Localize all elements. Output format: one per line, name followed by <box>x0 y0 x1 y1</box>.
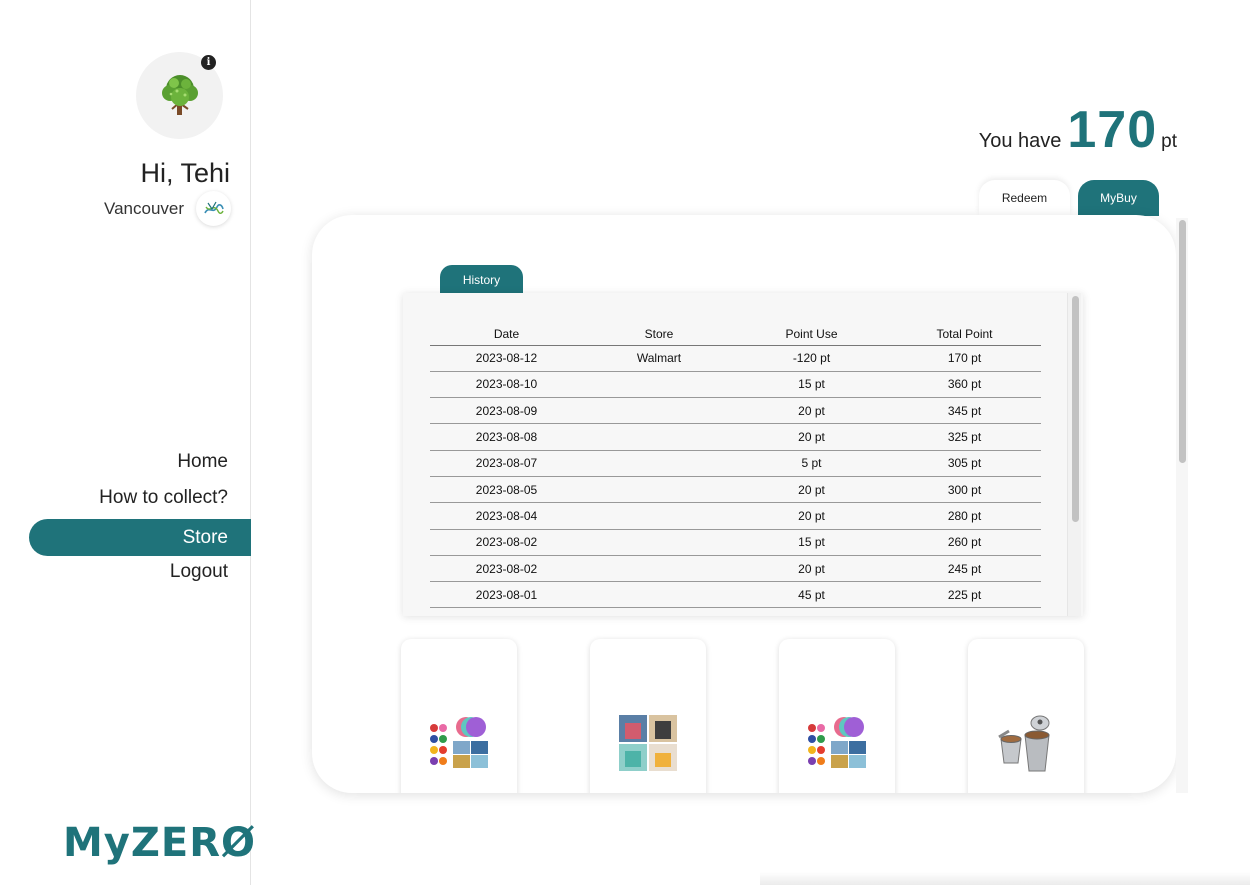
table-row: 2023-08-02 15 pt 260 pt <box>430 529 1041 556</box>
page-scrollbar[interactable] <box>1176 218 1188 793</box>
table-row: 2023-08-10 15 pt 360 pt <box>430 371 1041 399</box>
table-header-row: Date Store Point Use Total Point <box>430 324 1041 346</box>
tab-redeem[interactable]: Redeem <box>979 180 1070 216</box>
points-unit: pt <box>1161 131 1177 152</box>
cell-point-use: 15 pt <box>735 529 888 556</box>
store-card: History Date Store Point Use Total Point… <box>312 215 1176 793</box>
cell-total-point: 170 pt <box>888 345 1041 372</box>
cell-total-point: 345 pt <box>888 397 1041 425</box>
cell-total-point: 305 pt <box>888 450 1041 477</box>
cell-store <box>583 371 735 399</box>
cell-point-use: 15 pt <box>735 371 888 399</box>
cell-date: 2023-08-05 <box>430 476 583 504</box>
cell-point-use: 20 pt <box>735 555 888 583</box>
cell-store <box>583 450 735 477</box>
myzero-logo: MyZERØ <box>63 820 255 874</box>
cell-store <box>583 476 735 504</box>
table-row: 2023-08-07 5 pt 305 pt <box>430 450 1041 477</box>
cell-date: 2023-08-09 <box>430 397 583 425</box>
cell-point-use: 20 pt <box>735 397 888 425</box>
sidebar: i Hi, Tehi Vancouver Home How to collect… <box>0 0 255 885</box>
cell-store <box>583 555 735 583</box>
nav-home[interactable]: Home <box>0 446 251 482</box>
cell-date: 2023-08-02 <box>430 529 583 556</box>
history-panel: Date Store Point Use Total Point 2023-08… <box>403 293 1083 616</box>
column-header-total-point: Total Point <box>888 324 1041 346</box>
cell-date: 2023-08-04 <box>430 502 583 530</box>
cell-date: 2023-08-02 <box>430 555 583 583</box>
nav-logout[interactable]: Logout <box>0 556 251 592</box>
city-badge[interactable] <box>196 191 231 226</box>
table-row: 2023-08-02 20 pt 245 pt <box>430 555 1041 583</box>
bottom-edge-shadow <box>760 872 1250 885</box>
cell-date: 2023-08-10 <box>430 371 583 399</box>
cell-point-use: -120 pt <box>735 345 888 372</box>
table-row: 2023-08-04 20 pt 280 pt <box>430 502 1041 530</box>
tree-icon <box>161 74 198 115</box>
cell-point-use: 5 pt <box>735 450 888 477</box>
points-summary: You have 170 pt <box>979 100 1177 160</box>
column-header-point-use: Point Use <box>735 324 888 346</box>
cell-total-point: 260 pt <box>888 529 1041 556</box>
nav-how-to-collect[interactable]: How to collect? <box>0 482 251 518</box>
cell-store <box>583 423 735 451</box>
cell-point-use: 45 pt <box>735 581 888 609</box>
product-card[interactable] <box>401 639 517 793</box>
points-value: 170 <box>1067 101 1158 159</box>
product-card[interactable] <box>968 639 1084 793</box>
cell-store <box>583 397 735 425</box>
cell-total-point: 300 pt <box>888 476 1041 504</box>
logo-text: MyZERØ <box>63 820 257 866</box>
cell-total-point: 225 pt <box>888 581 1041 609</box>
cell-store: Walmart <box>583 345 735 372</box>
nav-store[interactable]: Store <box>29 519 251 556</box>
cell-point-use: 20 pt <box>735 476 888 504</box>
cell-store <box>583 581 735 609</box>
table-row: 2023-08-08 20 pt 325 pt <box>430 423 1041 451</box>
cell-point-use: 20 pt <box>735 423 888 451</box>
silicone-lids-icon <box>808 717 866 768</box>
cell-date: 2023-08-08 <box>430 423 583 451</box>
user-city: Vancouver <box>104 199 185 218</box>
cell-date: 2023-08-07 <box>430 450 583 477</box>
history-scrollbar[interactable] <box>1067 293 1081 616</box>
column-header-store: Store <box>583 324 735 346</box>
cell-total-point: 280 pt <box>888 502 1041 530</box>
coffee-pod-icon <box>998 715 1050 772</box>
city-logo-icon <box>203 201 224 214</box>
product-card[interactable] <box>779 639 895 793</box>
cell-total-point: 245 pt <box>888 555 1041 583</box>
tab-mybuy[interactable]: MyBuy <box>1078 180 1159 216</box>
column-header-date: Date <box>430 324 583 346</box>
info-icon[interactable]: i <box>201 55 216 70</box>
cell-store <box>583 529 735 556</box>
tab-history[interactable]: History <box>440 265 523 294</box>
table-row: 2023-08-09 20 pt 345 pt <box>430 397 1041 425</box>
cell-total-point: 360 pt <box>888 371 1041 399</box>
points-label: You have <box>978 130 1062 152</box>
table-row: 2023-08-05 20 pt 300 pt <box>430 476 1041 504</box>
main-nav: Home How to collect? Store Logout <box>0 446 251 592</box>
product-card[interactable] <box>590 639 706 793</box>
table-row: 2023-08-12 Walmart -120 pt 170 pt <box>430 345 1041 372</box>
cell-store <box>583 502 735 530</box>
cell-date: 2023-08-01 <box>430 581 583 609</box>
history-table: Date Store Point Use Total Point 2023-08… <box>430 324 1041 609</box>
history-scrollbar-thumb[interactable] <box>1072 296 1079 522</box>
user-greeting: Hi, Tehi <box>140 158 230 188</box>
cell-date: 2023-08-12 <box>430 345 583 372</box>
page-scrollbar-thumb[interactable] <box>1179 220 1186 463</box>
cell-total-point: 325 pt <box>888 423 1041 451</box>
reusable-bags-icon <box>619 715 677 771</box>
silicone-lids-icon <box>430 717 488 768</box>
table-row: 2023-08-01 45 pt 225 pt <box>430 581 1041 609</box>
cell-point-use: 20 pt <box>735 502 888 530</box>
